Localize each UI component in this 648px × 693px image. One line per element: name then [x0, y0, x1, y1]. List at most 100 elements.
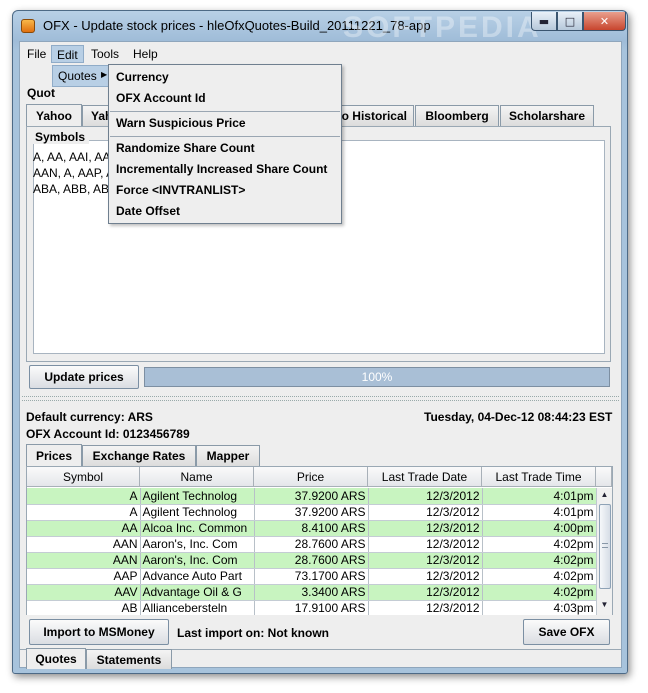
minimize-icon: ▬ — [538, 14, 550, 28]
column-header-corner — [596, 467, 612, 487]
price-cell: 17.9100 ARS — [254, 600, 369, 615]
last-trade-time-cell: 4:01pm — [482, 488, 596, 505]
last-trade-date-cell: 12/3/2012 — [368, 536, 483, 553]
maximize-icon: □ — [564, 14, 576, 28]
symbols-line: A, AA, AAI, AAN — [33, 150, 120, 164]
name-cell: Aaron's, Inc. Com — [140, 552, 255, 569]
java-app-icon — [21, 19, 35, 33]
symbol-cell: A — [27, 488, 141, 505]
menu-item-currency[interactable]: Currency — [109, 67, 341, 87]
symbol-cell: AA — [27, 520, 141, 537]
column-header-last-trade-time[interactable]: Last Trade Time — [482, 467, 596, 487]
symbol-cell: AAP — [27, 568, 141, 585]
last-trade-time-cell: 4:02pm — [482, 584, 596, 601]
last-trade-date-cell: 12/3/2012 — [368, 552, 483, 569]
table-row[interactable]: A Agilent Technolog 37.9200 ARS 12/3/2012 4:… — [27, 504, 596, 521]
last-trade-time-cell: 4:02pm — [482, 552, 596, 569]
symbol-cell: AB — [27, 600, 141, 615]
minimize-button[interactable]: ▬ — [531, 12, 557, 31]
price-cell: 8.4100 ARS — [254, 520, 369, 537]
close-button[interactable]: ✕ — [583, 12, 626, 31]
update-prices-button[interactable]: Update prices — [29, 365, 139, 389]
menu-item-force-invtranlist[interactable]: Force <INVTRANLIST> — [109, 180, 341, 200]
table-row[interactable]: AAN Aaron's, Inc. Com 28.7600 ARS 12/3/2012… — [27, 536, 596, 553]
menu-help[interactable]: Help — [128, 45, 163, 63]
tab-exchange-rates[interactable]: Exchange Rates — [82, 445, 196, 466]
save-ofx-button[interactable]: Save OFX — [523, 619, 610, 645]
softpedia-watermark: SOFTPEDIA — [343, 11, 542, 44]
ofx-account-id: OFX Account Id: 0123456789 — [26, 427, 190, 441]
split-pane-divider[interactable] — [22, 396, 619, 401]
table-row[interactable]: AA Alcoa Inc. Common 8.4100 ARS 12/3/2012 4:… — [27, 520, 596, 537]
table-vertical-scrollbar[interactable]: ▲ ▼ — [596, 488, 612, 615]
tab-statements[interactable]: Statements — [86, 649, 172, 669]
prices-table: A Agilent Technolog 37.9200 ARS 12/3/2012 4:… — [27, 488, 596, 615]
menu-item-warn-suspicious-price[interactable]: Warn Suspicious Price — [109, 113, 341, 133]
tab-prices[interactable]: Prices — [26, 444, 82, 466]
symbol-cell: AAN — [27, 552, 141, 569]
name-cell: Agilent Technolog — [140, 488, 255, 505]
table-row[interactable]: AAP Advance Auto Part 73.1700 ARS 12/3/2012… — [27, 568, 596, 585]
menu-item-incrementally-increased-share-count[interactable]: Incrementally Increased Share Count — [109, 159, 341, 179]
symbols-label: Symbols — [31, 130, 90, 144]
table-row[interactable]: AAV Advantage Oil & G 3.3400 ARS 12/3/2012 4… — [27, 584, 596, 601]
menu-item-quotes[interactable]: Quotes ▶ — [52, 65, 109, 87]
menu-item-randomize-share-count[interactable]: Randomize Share Count — [109, 138, 341, 158]
import-to-msmoney-button[interactable]: Import to MSMoney — [29, 619, 169, 645]
tab-mapper[interactable]: Mapper — [196, 445, 260, 466]
menu-item-quotes-label: Quotes — [58, 69, 97, 83]
last-trade-time-cell: 4:02pm — [482, 568, 596, 585]
tab-scholarshare[interactable]: Scholarshare — [500, 105, 594, 126]
menu-item-date-offset[interactable]: Date Offset — [109, 201, 341, 221]
current-datetime: Tuesday, 04-Dec-12 08:44:23 EST — [424, 410, 613, 424]
column-header-price[interactable]: Price — [254, 467, 368, 487]
title-bar[interactable]: OFX - Update stock prices - hleOfxQuotes… — [13, 11, 627, 44]
menu-separator — [110, 136, 340, 137]
menu-tools[interactable]: Tools — [86, 45, 124, 63]
symbol-cell: AAN — [27, 536, 141, 553]
menu-edit[interactable]: Edit — [51, 45, 84, 63]
default-currency: Default currency: ARS — [26, 410, 153, 424]
column-header-symbol[interactable]: Symbol — [27, 467, 140, 487]
close-icon: ✕ — [599, 14, 610, 28]
price-cell: 73.1700 ARS — [254, 568, 369, 585]
table-row[interactable]: A Agilent Technolog 37.9200 ARS 12/3/2012 4:… — [27, 488, 596, 505]
column-header-last-trade-date[interactable]: Last Trade Date — [368, 467, 482, 487]
column-header-name[interactable]: Name — [140, 467, 254, 487]
scrollbar-thumb[interactable] — [599, 504, 611, 589]
menu-separator — [110, 111, 340, 112]
tab-quotes[interactable]: Quotes — [26, 648, 86, 669]
menu-item-ofx-account-id[interactable]: OFX Account Id — [109, 88, 341, 108]
table-body-viewport: A Agilent Technolog 37.9200 ARS 12/3/2012 4:… — [27, 488, 596, 615]
table-row[interactable]: AB Alliancebersteln 17.9100 ARS 12/3/2012 4:… — [27, 600, 596, 615]
quotes-panel-label: Quot — [27, 86, 55, 100]
progress-text: 100% — [361, 370, 393, 384]
tab-yahoo[interactable]: Yahoo — [26, 104, 82, 126]
symbols-text: A, AA, AAI, AAN AAN, A, AAP, A ABA, ABB,… — [33, 149, 119, 197]
maximize-button[interactable]: □ — [557, 12, 583, 31]
price-cell: 37.9200 ARS — [254, 488, 369, 505]
last-trade-date-cell: 12/3/2012 — [368, 504, 483, 521]
last-trade-time-cell: 4:03pm — [482, 600, 596, 615]
name-cell: Advance Auto Part — [140, 568, 255, 585]
symbols-line: AAN, A, AAP, A — [33, 166, 115, 180]
name-cell: Alliancebersteln — [140, 600, 255, 615]
quotes-submenu: Currency OFX Account Id Warn Suspicious … — [108, 64, 342, 224]
menu-file[interactable]: File — [22, 45, 51, 63]
table-row[interactable]: AAN Aaron's, Inc. Com 28.7600 ARS 12/3/2012… — [27, 552, 596, 569]
scrollbar-grip-icon — [602, 543, 608, 548]
last-trade-date-cell: 12/3/2012 — [368, 568, 483, 585]
submenu-arrow-icon: ▶ — [101, 70, 108, 79]
last-trade-time-cell: 4:00pm — [482, 520, 596, 537]
name-cell: Agilent Technolog — [140, 504, 255, 521]
last-trade-time-cell: 4:02pm — [482, 536, 596, 553]
last-trade-date-cell: 12/3/2012 — [368, 600, 483, 615]
symbols-line: ABA, ABB, ABC — [33, 182, 118, 196]
price-cell: 37.9200 ARS — [254, 504, 369, 521]
scroll-up-arrow-icon[interactable]: ▲ — [598, 490, 611, 502]
last-trade-date-cell: 12/3/2012 — [368, 520, 483, 537]
tab-bloomberg[interactable]: Bloomberg — [415, 105, 499, 126]
price-cell: 28.7600 ARS — [254, 552, 369, 569]
scroll-down-arrow-icon[interactable]: ▼ — [598, 600, 611, 612]
name-cell: Aaron's, Inc. Com — [140, 536, 255, 553]
